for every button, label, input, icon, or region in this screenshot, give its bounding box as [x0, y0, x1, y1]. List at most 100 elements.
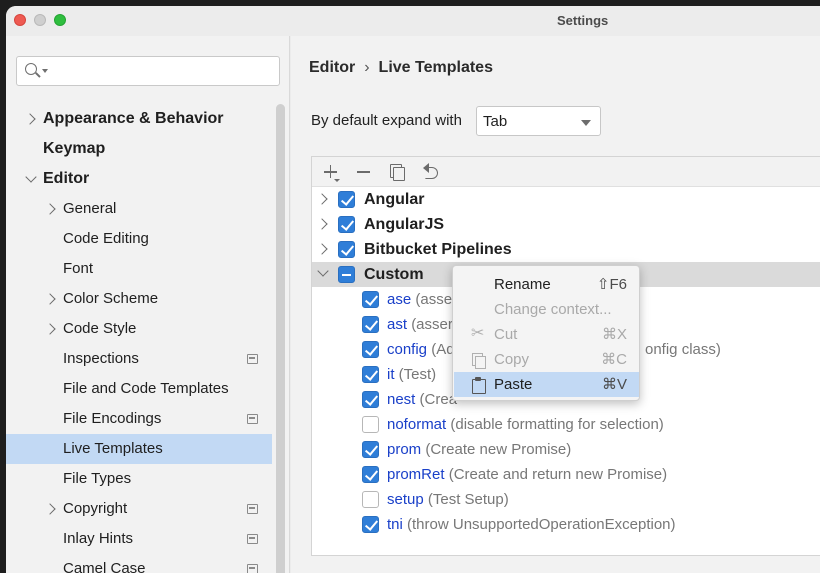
template-description: (Test) — [398, 366, 437, 383]
settings-sidebar: Appearance & Behavior Keymap Editor General… — [6, 36, 290, 573]
template-checkbox[interactable] — [362, 391, 379, 408]
sidebar-item-camel-case[interactable]: Camel Case — [6, 554, 272, 573]
window-title: Settings — [557, 13, 609, 28]
chevron-right-icon[interactable] — [44, 494, 58, 524]
template-row[interactable]: tni (throw UnsupportedOperationException… — [312, 512, 820, 537]
menu-item-cut[interactable]: Cut ⌘X — [454, 321, 639, 347]
template-abbreviation: promRet — [387, 466, 445, 483]
breadcrumb-editor[interactable]: Editor — [309, 59, 355, 76]
project-level-icon — [247, 534, 258, 544]
template-abbreviation: ase — [387, 291, 412, 308]
chevron-right-icon[interactable] — [316, 237, 330, 262]
template-description: (throw UnsupportedOperationException) — [407, 516, 676, 533]
minimize-window-button[interactable] — [34, 14, 46, 26]
chevron-right-icon[interactable] — [316, 212, 330, 237]
sidebar-item-copyright[interactable]: Copyright — [6, 494, 272, 524]
template-abbreviation: tni — [387, 516, 403, 533]
chevron-down-icon[interactable] — [24, 164, 38, 194]
sidebar-item-code-style[interactable]: Code Style — [6, 314, 272, 344]
sidebar-item-color-scheme[interactable]: Color Scheme — [6, 284, 272, 314]
sidebar-item-keymap[interactable]: Keymap — [6, 134, 272, 164]
sidebar-item-live-templates[interactable]: Live Templates — [6, 434, 272, 464]
chevron-right-icon[interactable] — [24, 104, 38, 134]
chevron-right-icon[interactable] — [316, 187, 330, 212]
sidebar-item-label: Keymap — [43, 140, 106, 157]
sidebar-item-label: File Types — [63, 470, 132, 487]
sidebar-item-label: Code Editing — [63, 230, 149, 247]
template-row[interactable]: setup (Test Setup) — [312, 487, 820, 512]
sidebar-item-label: Color Scheme — [63, 290, 159, 307]
template-checkbox[interactable] — [362, 366, 379, 383]
sidebar-item-file-encodings[interactable]: File Encodings — [6, 404, 272, 434]
sidebar-item-code-editing[interactable]: Code Editing — [6, 224, 272, 254]
template-row[interactable]: prom (Create new Promise) — [312, 437, 820, 462]
template-description: (Create and return new Promise) — [448, 466, 668, 483]
template-abbreviation: it — [387, 366, 395, 383]
template-checkbox[interactable] — [362, 416, 379, 433]
menu-item-label: Cut — [494, 326, 518, 343]
sidebar-item-file-types[interactable]: File Types — [6, 464, 272, 494]
template-group-row[interactable]: AngularJS — [312, 212, 820, 237]
template-checkbox[interactable] — [362, 516, 379, 533]
template-row[interactable]: promRet (Create and return new Promise) — [312, 462, 820, 487]
template-description: (disable formatting for selection) — [450, 416, 664, 433]
group-checkbox[interactable] — [338, 266, 355, 283]
template-checkbox[interactable] — [362, 341, 379, 358]
cut-icon — [471, 321, 486, 346]
sidebar-item-label: General — [63, 200, 117, 217]
chevron-right-icon[interactable] — [44, 194, 58, 224]
template-row[interactable]: noformat (disable formatting for selecti… — [312, 412, 820, 437]
context-menu: Rename ⇧F6 Change context... Cut ⌘X Copy ⌘C Pas… — [452, 265, 640, 401]
menu-item-change-context[interactable]: Change context... — [454, 297, 639, 322]
template-text: promRet (Create and return new Promise) — [387, 462, 667, 487]
template-description-tail: onfig class) — [645, 341, 721, 358]
search-input[interactable] — [16, 56, 280, 86]
menu-item-rename[interactable]: Rename ⇧F6 — [454, 272, 639, 297]
sidebar-item-appearance-behavior[interactable]: Appearance & Behavior — [6, 104, 272, 134]
group-name: AngularJS — [364, 216, 445, 233]
sidebar-item-label: Code Style — [63, 320, 137, 337]
sidebar-item-inspections[interactable]: Inspections — [6, 344, 272, 374]
menu-item-copy[interactable]: Copy ⌘C — [454, 347, 639, 372]
copy-icon[interactable] — [386, 162, 408, 182]
expand-with-value: Tab — [483, 113, 508, 130]
project-level-icon — [247, 354, 258, 364]
group-checkbox[interactable] — [338, 241, 355, 258]
sidebar-item-general[interactable]: General — [6, 194, 272, 224]
template-checkbox[interactable] — [362, 491, 379, 508]
paste-icon — [471, 377, 486, 394]
breadcrumb-current: Live Templates — [378, 59, 493, 76]
remove-icon[interactable] — [353, 162, 375, 182]
expand-with-select[interactable]: Tab — [476, 106, 601, 136]
sidebar-item-label: Live Templates — [63, 440, 163, 457]
sidebar-item-file-and-code-templates[interactable]: File and Code Templates — [6, 374, 272, 404]
template-checkbox[interactable] — [362, 441, 379, 458]
maximize-window-button[interactable] — [54, 14, 66, 26]
template-group-row[interactable]: Bitbucket Pipelines — [312, 237, 820, 262]
close-window-button[interactable] — [14, 14, 26, 26]
template-checkbox[interactable] — [362, 466, 379, 483]
chevron-right-icon[interactable] — [44, 314, 58, 344]
undo-icon[interactable] — [420, 162, 442, 182]
sidebar-scrollbar[interactable] — [276, 104, 285, 573]
copy-icon — [471, 352, 486, 369]
template-abbreviation: ast — [387, 316, 408, 333]
chevron-right-icon[interactable] — [44, 284, 58, 314]
expand-with-label: By default expand with — [311, 112, 462, 129]
template-checkbox[interactable] — [362, 316, 379, 333]
menu-item-paste[interactable]: Paste ⌘V — [454, 372, 639, 397]
sidebar-item-inlay-hints[interactable]: Inlay Hints — [6, 524, 272, 554]
menu-item-label: Copy — [494, 351, 530, 368]
chevron-down-icon[interactable] — [316, 262, 330, 287]
add-icon[interactable] — [320, 162, 342, 182]
template-description: (Test Setup) — [427, 491, 509, 508]
sidebar-item-editor[interactable]: Editor — [6, 164, 272, 194]
template-checkbox[interactable] — [362, 291, 379, 308]
group-checkbox[interactable] — [338, 216, 355, 233]
group-checkbox[interactable] — [338, 191, 355, 208]
template-group-row[interactable]: Angular — [312, 187, 820, 212]
search-options-dropdown-icon[interactable] — [42, 69, 48, 73]
template-text: ase (assert — [387, 287, 461, 312]
template-abbreviation: nest — [387, 391, 416, 408]
sidebar-item-font[interactable]: Font — [6, 254, 272, 284]
